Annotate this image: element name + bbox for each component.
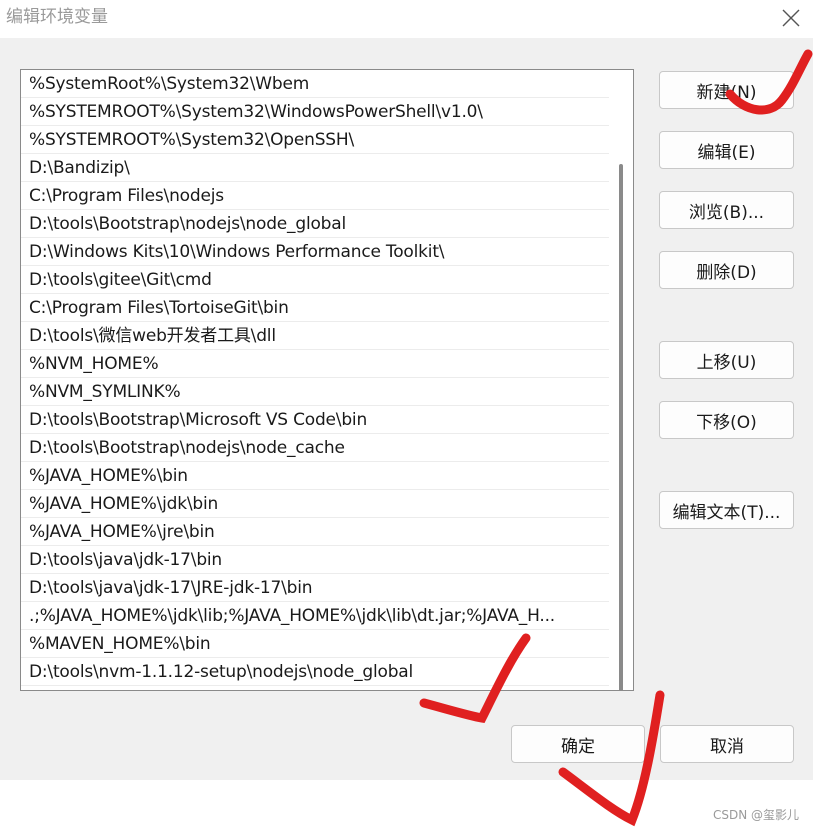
- cancel-button[interactable]: 取消: [660, 725, 794, 763]
- list-item[interactable]: %MAVEN_HOME%\bin: [21, 630, 609, 658]
- list-item[interactable]: D:\Windows Kits\10\Windows Performance T…: [21, 238, 609, 266]
- list-item[interactable]: D:\tools\java\jdk-17\bin: [21, 546, 609, 574]
- list-item[interactable]: %JAVA_HOME%\jdk\bin: [21, 490, 609, 518]
- window-title: 编辑环境变量: [6, 7, 108, 27]
- list-item[interactable]: .;%JAVA_HOME%\jdk\lib;%JAVA_HOME%\jdk\li…: [21, 602, 609, 630]
- edit-button[interactable]: 编辑(E): [659, 131, 794, 169]
- list-item[interactable]: %SYSTEMROOT%\System32\OpenSSH\: [21, 126, 609, 154]
- list-item[interactable]: %NVM_HOME%: [21, 350, 609, 378]
- move-up-button[interactable]: 上移(U): [659, 341, 794, 379]
- list-item[interactable]: %SystemRoot%\System32\Wbem: [21, 70, 609, 98]
- title-bar: 编辑环境变量: [0, 0, 813, 38]
- list-item[interactable]: D:\tools\gitee\Git\cmd: [21, 266, 609, 294]
- list-item[interactable]: D:\tools\Bootstrap\nodejs\node_cache: [21, 434, 609, 462]
- footer-strip: [0, 780, 813, 830]
- move-down-button[interactable]: 下移(O): [659, 401, 794, 439]
- close-icon: [782, 9, 800, 27]
- list-item[interactable]: C:\Program Files\TortoiseGit\bin: [21, 294, 609, 322]
- list-item[interactable]: D:\tools\nvm-1.1.12-setup\nodejs\node_gl…: [21, 658, 609, 686]
- list-item[interactable]: D:\tools\Bootstrap\Microsoft VS Code\bin: [21, 406, 609, 434]
- vertical-scrollbar[interactable]: [619, 164, 623, 690]
- browse-button[interactable]: 浏览(B)...: [659, 191, 794, 229]
- delete-button[interactable]: 删除(D): [659, 251, 794, 289]
- watermark: CSDN @玺影儿: [712, 808, 799, 822]
- path-list: %SystemRoot%\System32\Wbem %SYSTEMROOT%\S…: [21, 70, 633, 686]
- edit-text-button[interactable]: 编辑文本(T)...: [659, 491, 794, 529]
- new-button[interactable]: 新建(N): [659, 71, 794, 109]
- list-item[interactable]: D:\Bandizip\: [21, 154, 609, 182]
- ok-button[interactable]: 确定: [511, 725, 645, 763]
- list-item[interactable]: %NVM_SYMLINK%: [21, 378, 609, 406]
- list-item[interactable]: D:\tools\微信web开发者工具\dll: [21, 322, 609, 350]
- list-item[interactable]: C:\Program Files\nodejs: [21, 182, 609, 210]
- path-listbox[interactable]: %SystemRoot%\System32\Wbem %SYSTEMROOT%\S…: [20, 69, 634, 691]
- list-item[interactable]: %JAVA_HOME%\jre\bin: [21, 518, 609, 546]
- close-button[interactable]: [777, 4, 805, 32]
- list-item[interactable]: %SYSTEMROOT%\System32\WindowsPowerShell\…: [21, 98, 609, 126]
- list-item[interactable]: D:\tools\Bootstrap\nodejs\node_global: [21, 210, 609, 238]
- list-item[interactable]: D:\tools\java\jdk-17\JRE-jdk-17\bin: [21, 574, 609, 602]
- list-item[interactable]: %JAVA_HOME%\bin: [21, 462, 609, 490]
